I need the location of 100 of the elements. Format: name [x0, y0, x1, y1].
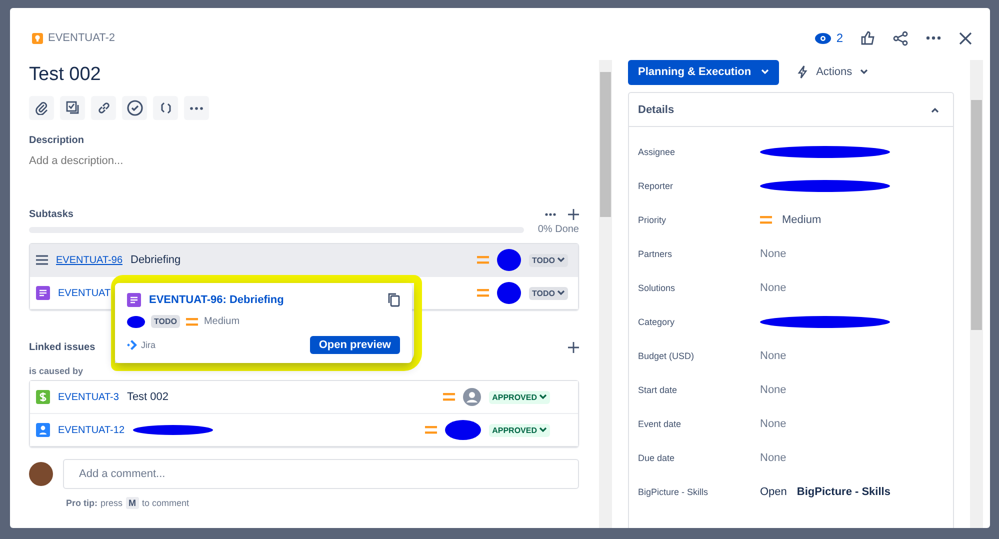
progress-label: 0% Done [538, 224, 579, 235]
document-icon [36, 286, 50, 300]
jira-logo-icon [127, 340, 137, 350]
add-button[interactable] [568, 342, 579, 353]
status-button[interactable]: Planning & Execution [628, 60, 780, 84]
field-label: Start date [638, 385, 678, 395]
comment-field[interactable]: Add a comment... [63, 459, 579, 489]
tip-text: press [100, 498, 123, 508]
field-link[interactable]: Open BigPicture - Skills [760, 486, 890, 498]
status-dropdown[interactable]: TODO [529, 254, 568, 266]
share-button[interactable] [893, 30, 908, 46]
check-circle-icon [126, 100, 142, 116]
field-label: Solutions [638, 283, 676, 293]
field-value: None [760, 350, 786, 362]
scrollbar[interactable] [599, 60, 612, 528]
dollar-icon [36, 390, 50, 404]
checkbox-stack-icon [66, 101, 80, 115]
more-icon [545, 213, 556, 216]
subtask-row[interactable]: EVENTUAT-96 Debriefing TODO [30, 244, 578, 277]
issue-key-link[interactable]: EVENTUAT-12 [58, 424, 124, 436]
field-label: Due date [638, 453, 676, 463]
field-label: Category [638, 317, 676, 327]
keyboard-key: M [126, 497, 140, 509]
chevron-down-icon [539, 427, 547, 433]
status-dropdown[interactable]: APPROVED [489, 390, 550, 404]
redaction-scribble [127, 316, 145, 328]
watchers-button[interactable]: 2 [815, 31, 843, 45]
field-label: Assignee [638, 147, 676, 157]
checkmark-button[interactable] [122, 96, 147, 120]
plus-icon [568, 342, 579, 353]
priority-medium-icon [443, 393, 456, 401]
issue-key-link[interactable]: EVENTUAT-2 [48, 32, 116, 44]
user-avatar [29, 462, 53, 486]
issue-key-link[interactable]: EVENTUAT [58, 288, 111, 298]
issue-summary: Debriefing [130, 254, 182, 266]
add-button[interactable] [568, 209, 579, 220]
field-value: None [760, 248, 786, 260]
priority-medium-icon [477, 256, 490, 264]
scrollbar[interactable] [970, 60, 983, 528]
chevron-down-icon [761, 69, 770, 75]
priority-medium-icon [186, 318, 198, 326]
share-icon [893, 30, 908, 46]
close-icon [959, 32, 972, 44]
details-header[interactable]: Details [629, 93, 953, 127]
issue-key-link[interactable]: EVENTUAT-96 [56, 254, 122, 266]
section-heading: Subtasks [29, 209, 74, 220]
link-icon [96, 101, 110, 115]
copy-icon [388, 293, 400, 307]
priority-medium-icon [477, 289, 490, 297]
field-label: Reporter [638, 181, 674, 191]
chevron-icon [931, 106, 939, 112]
like-button[interactable] [861, 31, 875, 45]
open-preview-button[interactable]: Open preview [310, 336, 400, 354]
field-label: BigPicture - Skills [638, 487, 710, 497]
field-value: None [760, 384, 786, 396]
link-issue-button[interactable] [91, 96, 116, 120]
actions-button[interactable]: Actions [797, 65, 868, 79]
description-field[interactable]: Add a description... [29, 155, 229, 167]
status-lozenge: TODO [151, 315, 180, 328]
more-icon [926, 36, 941, 40]
lightbulb-icon [32, 32, 43, 44]
thumbs-up-icon [861, 31, 875, 45]
issue-title: Test 002 [29, 64, 102, 86]
plus-icon [568, 209, 579, 220]
chevron-down-icon [539, 394, 547, 400]
priority-medium-icon [760, 216, 772, 224]
person-icon [36, 423, 50, 437]
brackets-icon [160, 101, 172, 115]
field-label: Partners [638, 249, 674, 259]
field-label: Event date [638, 419, 682, 429]
tip-text: to comment [142, 498, 190, 508]
issue-key-link[interactable]: EVENTUAT-3 [58, 392, 119, 402]
lines-icon [36, 255, 48, 265]
add-subtask-button[interactable] [60, 96, 85, 120]
chevron-down-icon [860, 69, 868, 75]
field-label: Priority [638, 215, 668, 225]
attach-button[interactable] [29, 96, 54, 120]
document-icon [127, 293, 141, 307]
status-dropdown[interactable]: TODO [529, 286, 568, 300]
preview-title-link[interactable]: EVENTUAT-96: Debriefing [149, 294, 380, 306]
close-button[interactable] [959, 32, 972, 44]
more-button[interactable] [545, 213, 556, 216]
section-heading: Description [29, 135, 86, 146]
status-dropdown[interactable]: APPROVED [489, 424, 550, 436]
chevron-down-icon [557, 257, 565, 263]
more-icon [190, 106, 203, 110]
priority-label: Medium [204, 316, 240, 327]
redaction-scribble [445, 420, 482, 440]
more-button[interactable] [184, 96, 209, 120]
field-label: Budget (USD) [638, 351, 696, 361]
section-heading: Linked issues [29, 342, 96, 353]
more-button[interactable] [926, 36, 941, 40]
field-value: None [760, 282, 786, 294]
eye-icon [815, 32, 832, 44]
copy-button[interactable] [388, 293, 400, 307]
relation-label: is caused by [29, 366, 84, 376]
field-value: None [760, 418, 786, 430]
source-label: Jira [141, 340, 156, 350]
lightning-icon [797, 65, 808, 79]
app-button[interactable] [153, 96, 178, 120]
